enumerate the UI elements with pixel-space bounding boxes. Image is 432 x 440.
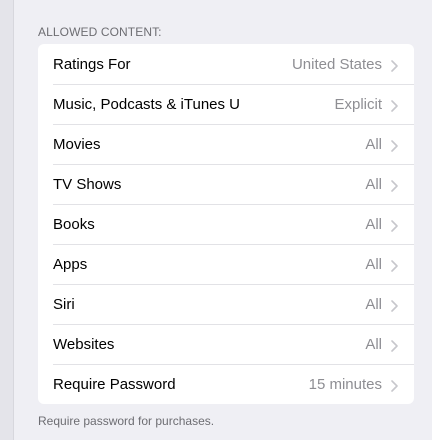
row-label: TV Shows bbox=[53, 175, 122, 193]
row-value: All bbox=[365, 255, 382, 273]
chevron-right-icon bbox=[391, 100, 398, 112]
row-value: 15 minutes bbox=[308, 375, 382, 393]
row-value: All bbox=[365, 135, 382, 153]
row-label: Websites bbox=[53, 335, 115, 353]
row-movies[interactable]: Movies All bbox=[38, 124, 414, 164]
chevron-right-icon bbox=[391, 380, 398, 392]
section-footer-note: Require password for purchases. bbox=[38, 414, 215, 428]
row-label: Require Password bbox=[53, 375, 176, 393]
chevron-right-icon bbox=[391, 260, 398, 272]
row-ratings-for[interactable]: Ratings For United States bbox=[38, 44, 414, 84]
row-value: United States bbox=[291, 55, 382, 73]
row-value: Explicit bbox=[334, 95, 382, 113]
row-value: All bbox=[365, 295, 382, 313]
allowed-content-list: Ratings For United States Music, Podcast… bbox=[38, 44, 414, 404]
row-apps[interactable]: Apps All bbox=[38, 244, 414, 284]
chevron-right-icon bbox=[391, 300, 398, 312]
row-siri[interactable]: Siri All bbox=[38, 284, 414, 324]
chevron-right-icon bbox=[391, 220, 398, 232]
left-pane-edge bbox=[0, 0, 14, 440]
chevron-right-icon bbox=[391, 340, 398, 352]
chevron-right-icon bbox=[391, 140, 398, 152]
row-tv-shows[interactable]: TV Shows All bbox=[38, 164, 414, 204]
row-label: Books bbox=[53, 215, 95, 233]
row-value: All bbox=[365, 215, 382, 233]
row-require-password[interactable]: Require Password 15 minutes bbox=[38, 364, 414, 404]
row-label: Movies bbox=[53, 135, 101, 153]
chevron-right-icon bbox=[391, 60, 398, 72]
section-header-allowed-content: ALLOWED CONTENT: bbox=[38, 25, 162, 39]
row-label: Apps bbox=[53, 255, 88, 273]
chevron-right-icon bbox=[391, 180, 398, 192]
row-books[interactable]: Books All bbox=[38, 204, 414, 244]
row-music-podcasts-itunes-u[interactable]: Music, Podcasts & iTunes U Explicit bbox=[38, 84, 414, 124]
row-value: All bbox=[365, 175, 382, 193]
row-value: All bbox=[365, 335, 382, 353]
row-label: Music, Podcasts & iTunes U bbox=[53, 95, 241, 113]
row-label: Siri bbox=[53, 295, 75, 313]
row-websites[interactable]: Websites All bbox=[38, 324, 414, 364]
row-label: Ratings For bbox=[53, 55, 131, 73]
